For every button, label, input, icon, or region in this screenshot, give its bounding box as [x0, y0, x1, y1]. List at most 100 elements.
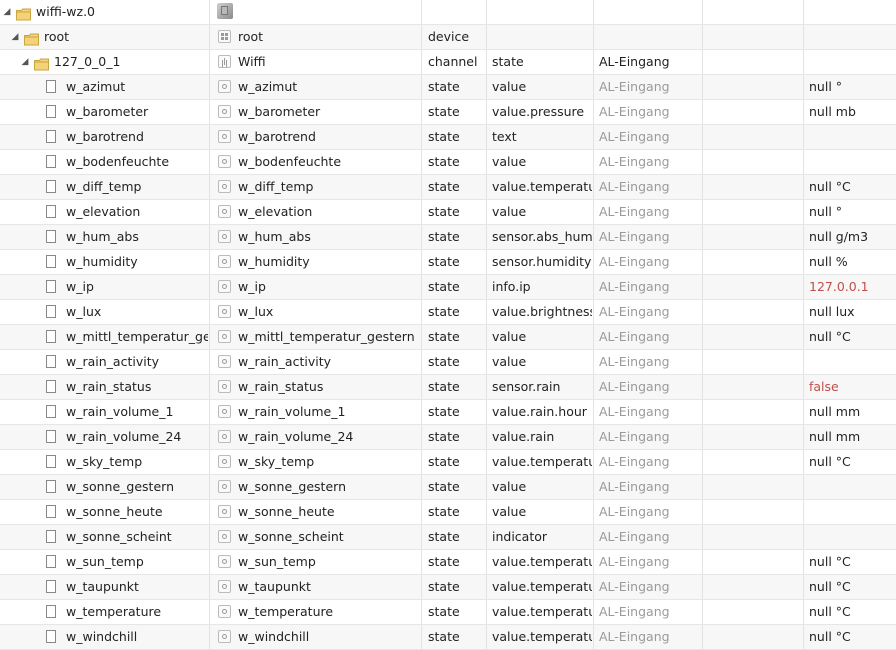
value-cell[interactable] [803, 25, 896, 49]
table-row[interactable]: w_sky_temp w_sky_temp statevalue.temperatu… [0, 450, 896, 475]
tree-folder-row[interactable]: ◢ root root device [0, 25, 896, 50]
value-cell[interactable]: null mm [803, 425, 896, 449]
function-cell[interactable] [702, 175, 803, 199]
function-cell[interactable] [702, 325, 803, 349]
room-cell[interactable]: AL-Eingang [593, 275, 701, 299]
expand-toggle-icon[interactable]: ◢ [20, 50, 30, 74]
room-cell[interactable]: AL-Eingang [593, 350, 701, 374]
value-cell[interactable] [803, 525, 896, 549]
value-cell[interactable]: null % [803, 250, 896, 274]
function-cell[interactable] [702, 250, 803, 274]
expand-toggle-icon[interactable]: ◢ [10, 25, 20, 49]
room-cell[interactable]: AL-Eingang [593, 575, 701, 599]
room-cell[interactable]: AL-Eingang [593, 125, 701, 149]
room-cell[interactable]: AL-Eingang [593, 450, 701, 474]
value-cell[interactable]: null mb [803, 100, 896, 124]
table-row[interactable]: w_barometer w_barometer state value.pressur… [0, 100, 896, 125]
value-cell[interactable]: null ° [803, 200, 896, 224]
table-row[interactable]: w_lux w_lux state value.brightness AL-Eingan… [0, 300, 896, 325]
room-cell[interactable]: AL-Eingang [593, 550, 701, 574]
table-row[interactable]: w_sun_temp w_sun_temp statevalue.temperatu… [0, 550, 896, 575]
value-cell[interactable]: null °C [803, 175, 896, 199]
room-cell[interactable]: AL-Eingang [593, 300, 701, 324]
function-cell[interactable] [702, 450, 803, 474]
room-cell[interactable] [593, 25, 701, 49]
function-cell[interactable] [702, 600, 803, 624]
table-row[interactable]: w_taupunkt w_taupunkt statevalue.temperatu… [0, 575, 896, 600]
function-cell[interactable] [702, 350, 803, 374]
room-cell[interactable]: AL-Eingang [593, 50, 701, 74]
function-cell[interactable] [702, 225, 803, 249]
room-cell[interactable]: AL-Eingang [593, 525, 701, 549]
table-row[interactable]: w_mittl_temperatur_gestern w_mittl_temper… [0, 325, 896, 350]
value-cell[interactable] [803, 350, 896, 374]
room-cell[interactable]: AL-Eingang [593, 225, 701, 249]
room-cell[interactable]: AL-Eingang [593, 375, 701, 399]
table-row[interactable]: w_rain_volume_24 w_rain_volume_24 state val… [0, 425, 896, 450]
tree-folder-row[interactable]: ◢ wiffi-wz.0 [0, 0, 896, 25]
table-row[interactable]: w_temperature w_temperature state value.tem… [0, 600, 896, 625]
function-cell[interactable] [702, 500, 803, 524]
expand-toggle-icon[interactable]: ◢ [2, 0, 12, 24]
room-cell[interactable]: AL-Eingang [593, 475, 701, 499]
function-cell[interactable] [702, 550, 803, 574]
room-cell[interactable]: AL-Eingang [593, 600, 701, 624]
function-cell[interactable] [702, 100, 803, 124]
value-cell[interactable] [803, 50, 896, 74]
table-row[interactable]: w_humidity w_humidity state sensor.humidity… [0, 250, 896, 275]
room-cell[interactable]: AL-Eingang [593, 150, 701, 174]
table-row[interactable]: w_bodenfeuchte w_bodenfeuchte state value AL… [0, 150, 896, 175]
room-cell[interactable]: AL-Eingang [593, 400, 701, 424]
value-cell[interactable]: null °C [803, 600, 896, 624]
function-cell[interactable] [702, 275, 803, 299]
value-cell[interactable] [803, 475, 896, 499]
function-cell[interactable] [702, 400, 803, 424]
value-cell[interactable]: null °C [803, 550, 896, 574]
function-cell[interactable] [702, 575, 803, 599]
room-cell[interactable]: AL-Eingang [593, 100, 701, 124]
function-cell[interactable] [702, 300, 803, 324]
function-cell[interactable] [702, 150, 803, 174]
table-row[interactable]: w_sonne_gestern w_sonne_gestern state value… [0, 475, 896, 500]
value-cell[interactable]: null °C [803, 325, 896, 349]
function-cell[interactable] [702, 475, 803, 499]
table-row[interactable]: w_barotrend w_barotrend state text AL-Eingan… [0, 125, 896, 150]
table-row[interactable]: w_azimut w_azimut state value AL-Eingang null… [0, 75, 896, 100]
function-cell[interactable] [702, 375, 803, 399]
table-row[interactable]: w_rain_status w_rain_status state sensor.ra… [0, 375, 896, 400]
value-cell[interactable]: null lux [803, 300, 896, 324]
value-cell[interactable] [803, 0, 896, 24]
table-row[interactable]: w_elevation w_elevation state value AL-Einga… [0, 200, 896, 225]
table-row[interactable]: w_sonne_heute w_sonne_heute state value AL-E… [0, 500, 896, 525]
room-cell[interactable]: AL-Eingang [593, 625, 701, 649]
room-cell[interactable]: AL-Eingang [593, 500, 701, 524]
value-cell[interactable]: null g/m3 [803, 225, 896, 249]
room-cell[interactable]: AL-Eingang [593, 325, 701, 349]
table-row[interactable]: w_rain_volume_1 w_rain_volume_1 state value… [0, 400, 896, 425]
table-row[interactable]: w_hum_abs w_hum_abs statesensor.abs_humidi… [0, 225, 896, 250]
function-cell[interactable] [702, 200, 803, 224]
table-row[interactable]: w_diff_temp w_diff_temp state value.tempera… [0, 175, 896, 200]
value-cell[interactable]: false [803, 375, 896, 399]
value-cell[interactable] [803, 150, 896, 174]
table-row[interactable]: w_sonne_scheint w_sonne_scheint state indic… [0, 525, 896, 550]
table-row[interactable]: w_rain_activity w_rain_activity state value… [0, 350, 896, 375]
table-row[interactable]: w_windchill w_windchill state value.tempera… [0, 625, 896, 650]
value-cell[interactable] [803, 500, 896, 524]
room-cell[interactable]: AL-Eingang [593, 425, 701, 449]
value-cell[interactable]: null °C [803, 575, 896, 599]
value-cell[interactable]: 127.0.0.1 [803, 275, 896, 299]
room-cell[interactable]: AL-Eingang [593, 175, 701, 199]
room-cell[interactable] [593, 0, 701, 24]
value-cell[interactable]: null °C [803, 450, 896, 474]
value-cell[interactable]: null °C [803, 625, 896, 649]
tree-folder-row[interactable]: ◢ 127_0_0_1 Wiffi channel state AL-Eingang [0, 50, 896, 75]
function-cell[interactable] [702, 525, 803, 549]
function-cell[interactable] [702, 0, 803, 24]
room-cell[interactable]: AL-Eingang [593, 250, 701, 274]
room-cell[interactable]: AL-Eingang [593, 200, 701, 224]
room-cell[interactable]: AL-Eingang [593, 75, 701, 99]
value-cell[interactable]: null mm [803, 400, 896, 424]
function-cell[interactable] [702, 25, 803, 49]
table-row[interactable]: w_ip w_ip state info.ip AL-Eingang 127.0.0.1 [0, 275, 896, 300]
